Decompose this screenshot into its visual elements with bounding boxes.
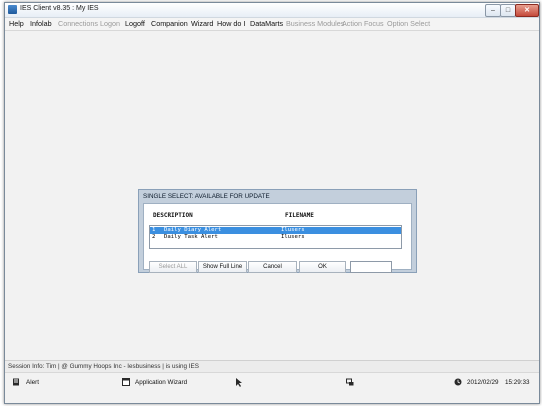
- select-all-button[interactable]: Select ALL: [149, 261, 197, 273]
- menu-bar: Help Infolab Connections Logon Logoff Co…: [5, 18, 539, 31]
- menu-logon[interactable]: Logon: [100, 19, 120, 29]
- window-title: IES Client v8.35 : My IES: [20, 5, 99, 12]
- application-wizard-icon[interactable]: [122, 378, 130, 386]
- row-number: 1: [152, 227, 156, 233]
- task-bar: Alert Application Wizard 2012/02/29 15:2…: [5, 372, 539, 392]
- menu-companion[interactable]: Companion: [151, 19, 188, 29]
- list-item[interactable]: 1 Daily Diary Alert Ilusers: [150, 227, 401, 234]
- row-description: Daily Diary Alert: [164, 227, 222, 233]
- dialog-body: DESCRIPTION FILENAME 1 Daily Diary Alert…: [143, 203, 412, 273]
- row-number: 2: [152, 234, 156, 240]
- alert-label[interactable]: Alert: [26, 378, 39, 388]
- close-button[interactable]: ✕: [515, 4, 539, 17]
- application-wizard-label[interactable]: Application Wizard: [135, 378, 187, 388]
- menu-help[interactable]: Help: [9, 19, 24, 29]
- minimize-button[interactable]: –: [485, 4, 501, 17]
- alert-icon[interactable]: [12, 378, 20, 386]
- search-input[interactable]: [350, 261, 392, 273]
- app-icon: [8, 5, 17, 14]
- app-window: IES Client v8.35 : My IES – □ ✕ Help Inf…: [4, 2, 540, 404]
- date-readout: 2012/02/29: [467, 379, 499, 386]
- menu-datamarts[interactable]: DataMarts: [250, 19, 283, 29]
- menu-option-select[interactable]: Option Select: [387, 19, 430, 29]
- menu-logoff[interactable]: Logoff: [125, 19, 145, 29]
- cancel-button[interactable]: Cancel: [248, 261, 297, 273]
- list-item[interactable]: 2 Daily Task Alert Ilusers: [150, 234, 401, 241]
- title-bar: IES Client v8.35 : My IES – □ ✕: [5, 3, 539, 18]
- ok-button[interactable]: OK: [299, 261, 346, 273]
- show-full-line-button[interactable]: Show Full Line: [198, 261, 247, 273]
- network-icon[interactable]: [346, 378, 354, 386]
- single-select-dialog: SINGLE SELECT: AVAILABLE FOR UPDATE DESC…: [138, 189, 417, 273]
- pointer-icon[interactable]: [235, 378, 244, 387]
- clock-icon: [454, 378, 462, 386]
- selection-list[interactable]: 1 Daily Diary Alert Ilusers 2 Daily Task…: [149, 225, 402, 249]
- menu-action-focus[interactable]: Action Focus: [342, 19, 384, 29]
- menu-business-modules[interactable]: Business Modules: [286, 19, 344, 29]
- dialog-title: SINGLE SELECT: AVAILABLE FOR UPDATE: [143, 193, 270, 200]
- row-description: Daily Task Alert: [164, 234, 218, 240]
- menu-how-do-i[interactable]: How do I: [217, 19, 245, 29]
- menu-infolab[interactable]: Infolab: [30, 19, 52, 29]
- row-filename: Ilusers: [281, 227, 305, 233]
- row-filename: Ilusers: [281, 234, 305, 240]
- menu-wizard[interactable]: Wizard: [191, 19, 213, 29]
- time-readout: 15:29:33: [505, 379, 530, 386]
- session-info-text: Session Info: Tim | @ Gummy Hoops Inc - …: [8, 363, 199, 370]
- maximize-button[interactable]: □: [500, 4, 516, 17]
- menu-connections[interactable]: Connections: [58, 19, 98, 29]
- session-info-bar: Session Info: Tim | @ Gummy Hoops Inc - …: [5, 360, 539, 372]
- column-header-description: DESCRIPTION: [153, 212, 193, 219]
- column-header-filename: FILENAME: [285, 212, 314, 219]
